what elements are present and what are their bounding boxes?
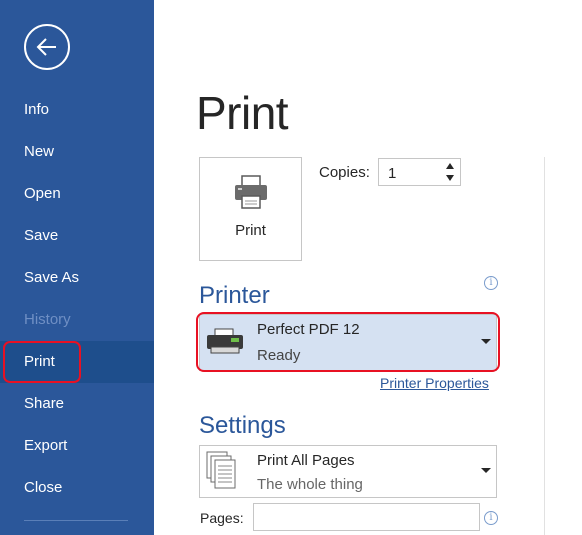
nav-item-save-as[interactable]: Save As bbox=[0, 257, 154, 299]
printer-properties-link[interactable]: Printer Properties bbox=[380, 375, 489, 391]
backstage-sidebar: Info New Open Save Save As History Print… bbox=[0, 0, 154, 535]
print-nav-highlight bbox=[3, 341, 81, 383]
nav-item-new[interactable]: New bbox=[0, 131, 154, 173]
page-title: Print bbox=[196, 87, 289, 139]
spin-up-icon[interactable] bbox=[446, 163, 454, 169]
info-icon[interactable]: i bbox=[484, 511, 498, 525]
page-range-dropdown[interactable]: Print All Pages The whole thing bbox=[199, 445, 497, 498]
printer-highlight bbox=[196, 312, 500, 372]
copies-spinner[interactable]: 1 bbox=[378, 158, 461, 186]
backstage-print-view: Info New Open Save Save As History Print… bbox=[0, 0, 582, 535]
nav-item-close[interactable]: Close bbox=[0, 467, 154, 509]
copies-label: Copies: bbox=[319, 164, 370, 181]
page-range-label: Print All Pages bbox=[257, 452, 355, 469]
nav-item-export[interactable]: Export bbox=[0, 425, 154, 467]
chevron-down-icon bbox=[481, 468, 491, 473]
preview-divider bbox=[544, 157, 545, 535]
page-range-description: The whole thing bbox=[257, 476, 363, 493]
nav-item-open[interactable]: Open bbox=[0, 173, 154, 215]
pages-icon bbox=[206, 451, 236, 489]
back-arrow-icon bbox=[36, 38, 56, 56]
pages-label: Pages: bbox=[200, 510, 244, 526]
sidebar-divider bbox=[24, 520, 128, 521]
info-icon[interactable]: i bbox=[484, 276, 498, 290]
printer-icon bbox=[235, 175, 267, 209]
print-button-label: Print bbox=[235, 222, 266, 239]
print-button[interactable]: Print bbox=[199, 157, 302, 261]
nav-item-info[interactable]: Info bbox=[0, 89, 154, 131]
nav-item-save[interactable]: Save bbox=[0, 215, 154, 257]
spin-down-icon[interactable] bbox=[446, 175, 454, 181]
printer-heading: Printer bbox=[199, 282, 270, 309]
nav-item-share[interactable]: Share bbox=[0, 383, 154, 425]
pages-input[interactable] bbox=[253, 503, 480, 531]
back-button[interactable] bbox=[24, 24, 70, 70]
copies-value: 1 bbox=[388, 165, 397, 182]
settings-heading: Settings bbox=[199, 412, 286, 439]
nav-item-history: History bbox=[24, 311, 71, 328]
